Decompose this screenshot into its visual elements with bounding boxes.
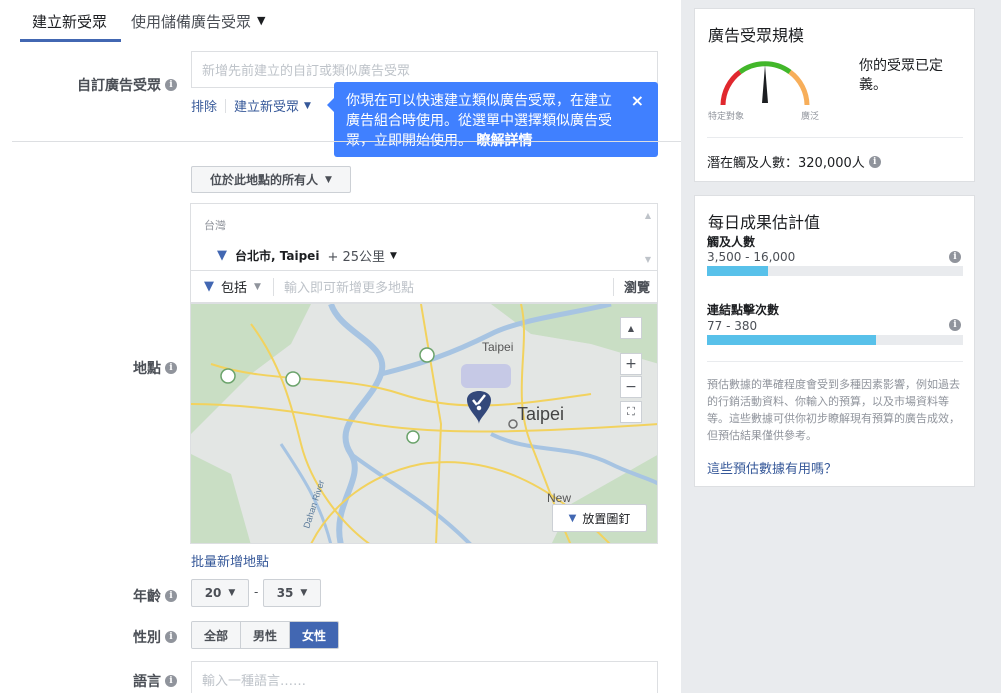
language-label: 語言 i (133, 671, 177, 691)
caret-down-icon: ▼ (254, 281, 261, 292)
location-label: 地點 i (133, 358, 177, 378)
info-icon[interactable]: i (165, 362, 177, 374)
location-include-bar: ▼ 包括 ▼ 輸入即可新增更多地點 瀏覽 (190, 271, 658, 303)
gauge-broad-label: 廣泛 (801, 112, 820, 122)
card-divider (707, 361, 963, 362)
age-separator: - (254, 585, 259, 599)
card-divider (707, 137, 963, 138)
location-country: 台灣 (204, 219, 226, 232)
estimates-sidebar: 廣告受眾規模 特定對象 廣泛 你的受眾已定義。 潛在觸及人數：320,000人 … (681, 0, 1001, 693)
gender-label: 性別 i (133, 627, 177, 647)
separator (225, 98, 227, 113)
clicks-label: 連結點擊次數 (707, 303, 780, 317)
location-list: 台灣 ▼ 台北市, Taipei + 25公里 ▼ ▲ ▼ (190, 203, 658, 271)
reach-label: 觸及人數 (707, 235, 756, 249)
caret-down-icon: ▼ (304, 100, 311, 111)
clicks-bar-fill (707, 335, 876, 345)
gender-male-button[interactable]: 男性 (241, 622, 291, 648)
caret-down-icon: ▼ (257, 14, 266, 27)
location-map[interactable]: Taipei Taipei New Dahan River ▲ + − ⛶ ▼ … (190, 303, 658, 544)
info-icon[interactable]: i (165, 590, 177, 602)
estimates-helpful-link[interactable]: 這些預估數據有用嗎？ (707, 458, 837, 477)
age-max-dropdown[interactable]: 35 ▼ (263, 579, 321, 607)
custom-audience-actions: 排除 建立新受眾 ▼ (191, 96, 311, 115)
map-pin-icon: ▼ (217, 248, 227, 263)
map-label-new: New (547, 491, 571, 505)
add-location-input[interactable]: 輸入即可新增更多地點 (274, 277, 613, 296)
zoom-in-button[interactable]: + (620, 353, 642, 375)
caret-down-icon: ▼ (390, 250, 397, 261)
close-icon[interactable]: × (631, 91, 644, 111)
location-type-dropdown[interactable]: 位於此地點的所有人 ▼ (191, 166, 351, 193)
age-label: 年齡 i (133, 586, 177, 606)
info-icon[interactable]: i (868, 155, 881, 168)
map-label-taipei-small: Taipei (482, 340, 513, 354)
info-icon[interactable]: i (165, 631, 177, 643)
audience-editor-panel: 建立新受眾 使用儲備廣告受眾 ▼ 自訂廣告受眾 i 新增先前建立的自訂或類似廣告受… (0, 0, 681, 693)
info-icon[interactable]: i (949, 251, 961, 263)
reach-bar-fill (707, 266, 769, 276)
gender-selector: 全部 男性 女性 (191, 621, 340, 649)
drop-pin-button[interactable]: ▼ 放置圖釘 (552, 504, 647, 532)
gauge-specific-label: 特定對象 (708, 112, 745, 122)
info-icon[interactable]: i (165, 79, 177, 91)
radius-dropdown[interactable]: + 25公里 ▼ (327, 246, 397, 265)
info-icon[interactable]: i (165, 675, 177, 687)
language-input[interactable]: 輸入一種語言…… (191, 661, 658, 693)
map-pin-icon: ▼ (568, 512, 577, 524)
estimate-disclaimer: 預估數據的準確程度會受到多種因素影響，例如過去的行銷活動資料、你輸入的預算，以及… (707, 378, 960, 442)
daily-results-title: 每日成果估計值 (708, 213, 821, 232)
zoom-out-button[interactable]: − (620, 376, 642, 398)
map-collapse-button[interactable]: ▲ (620, 317, 642, 339)
caret-down-icon: ▼ (228, 588, 236, 598)
tab-saved-audience[interactable]: 使用儲備廣告受眾 ▼ (121, 0, 275, 42)
include-dropdown[interactable]: ▼ 包括 ▼ (191, 277, 273, 296)
scroll-down-arrow[interactable]: ▼ (645, 255, 651, 264)
scroll-up-arrow[interactable]: ▲ (645, 211, 651, 220)
tab-create-new-audience[interactable]: 建立新受眾 (20, 0, 122, 42)
potential-reach: 潛在觸及人數：320,000人 i (707, 152, 881, 171)
custom-audience-label: 自訂廣告受眾 i (77, 75, 177, 95)
browse-button[interactable]: 瀏覽 (614, 277, 657, 296)
map-pin-icon: ▼ (204, 279, 214, 294)
age-min-dropdown[interactable]: 20 ▼ (191, 579, 249, 607)
daily-results-card: 每日成果估計值 觸及人數 3,500 - 16,000 i 連結點擊次數 77 … (694, 195, 975, 487)
tooltip-arrow (327, 98, 334, 112)
audience-size-card: 廣告受眾規模 特定對象 廣泛 你的受眾已定義。 潛在觸及人數：320,000人 … (694, 8, 975, 182)
caret-down-icon: ▼ (300, 588, 308, 598)
fullscreen-icon[interactable]: ⛶ (620, 401, 642, 423)
info-icon[interactable]: i (949, 319, 961, 331)
create-new-audience-dropdown[interactable]: 建立新受眾 ▼ (234, 96, 311, 115)
reach-bar (707, 266, 963, 276)
location-item-taipei: ▼ 台北市, Taipei + 25公里 ▼ (217, 246, 397, 265)
audience-tabs: 建立新受眾 使用儲備廣告受眾 ▼ (20, 0, 276, 42)
gender-female-button[interactable]: 女性 (290, 622, 339, 648)
audience-status: 你的受眾已定義。 (859, 58, 943, 93)
bulk-add-locations-link[interactable]: 批量新增地點 (191, 551, 269, 570)
map-label-taipei: Taipei (517, 404, 564, 424)
lookalike-tooltip: 你現在可以快速建立類似廣告受眾，在建立廣告組合時使用。從選單中選擇類似廣告受眾，… (327, 82, 658, 157)
audience-gauge (720, 61, 810, 106)
clicks-value: 77 - 380 (707, 319, 758, 333)
audience-size-title: 廣告受眾規模 (708, 26, 805, 45)
clicks-bar (707, 335, 963, 345)
reach-value: 3,500 - 16,000 (707, 250, 796, 264)
caret-down-icon: ▼ (325, 174, 332, 185)
section-divider (12, 141, 681, 142)
gender-all-button[interactable]: 全部 (192, 622, 242, 648)
exclude-link[interactable]: 排除 (191, 96, 217, 115)
